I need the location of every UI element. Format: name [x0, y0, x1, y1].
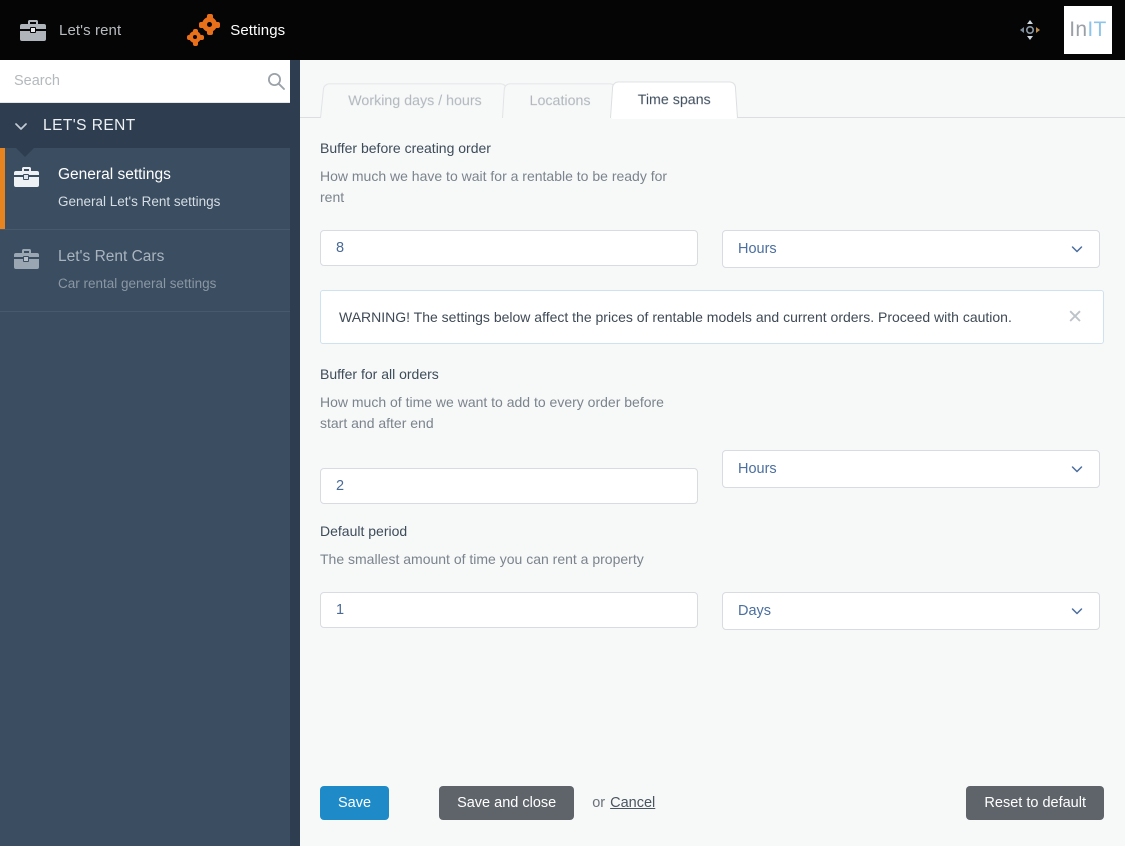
- topbar-item-lets-rent[interactable]: Let's rent: [0, 0, 139, 60]
- brand-logo-part-a: In: [1069, 18, 1088, 41]
- reset-to-default-button[interactable]: Reset to default: [966, 786, 1104, 820]
- tab-time-spans-label: Time spans: [637, 92, 711, 108]
- brand-logo-part-b: IT: [1087, 18, 1107, 41]
- sidebar-item-lets-rent-cars[interactable]: Let's Rent Cars Car rental general setti…: [0, 230, 300, 312]
- chevron-down-icon: [1071, 608, 1083, 615]
- tab-locations[interactable]: Locations: [501, 83, 619, 118]
- sidebar-item-lets-rent-cars-label: Let's Rent Cars: [58, 248, 165, 265]
- chevron-down-icon: [1071, 246, 1083, 253]
- main-inner: Working days / hours Locations Time span…: [300, 60, 1125, 846]
- tab-locations-label: Locations: [529, 93, 591, 109]
- field-desc-buffer-before-creating-order: How much we have to wait for a rentable …: [320, 168, 668, 205]
- save-and-close-button[interactable]: Save and close: [439, 786, 575, 820]
- save-button[interactable]: Save: [320, 786, 390, 820]
- tab-working-days-hours[interactable]: Working days / hours: [320, 83, 510, 118]
- field-row-buffer-for-all-orders: Hours: [320, 450, 1100, 504]
- tab-strip: Working days / hours Locations Time span…: [300, 60, 1125, 118]
- sidebar-item-general-settings[interactable]: General settings General Let's Rent sett…: [0, 148, 300, 230]
- warning-banner-text: WARNING! The settings below affect the p…: [339, 309, 1012, 325]
- select-unit-buffer-for-all-orders[interactable]: Hours: [722, 450, 1100, 488]
- select-unit-buffer-before-creating-order[interactable]: Hours: [722, 230, 1100, 268]
- field-label-default-period: Default period: [320, 523, 408, 539]
- field-label-buffer-for-all-orders: Buffer for all orders: [320, 366, 439, 382]
- chevron-down-icon: [1071, 466, 1083, 473]
- form-footer: Save Save and close or Cancel Reset to d…: [320, 786, 1104, 820]
- topbar-item-settings-label: Settings: [230, 21, 286, 39]
- sidebar-item-general-settings-subtitle: General Let's Rent settings: [58, 194, 221, 209]
- select-unit-default-period[interactable]: Days: [722, 592, 1100, 630]
- sidebar: LET'S RENT General settings General Let'…: [0, 60, 300, 846]
- input-buffer-before-creating-order[interactable]: [320, 230, 698, 266]
- search-input[interactable]: [14, 73, 266, 89]
- tab-content-time-spans: Buffer before creating order How much we…: [300, 118, 1120, 630]
- briefcase-icon: [14, 249, 39, 269]
- input-buffer-for-all-orders-field[interactable]: [336, 478, 682, 494]
- input-buffer-for-all-orders[interactable]: [320, 468, 698, 504]
- input-default-period-field[interactable]: [336, 602, 682, 618]
- briefcase-icon: [14, 167, 39, 187]
- tab-time-spans[interactable]: Time spans: [610, 81, 739, 118]
- field-group-buffer-for-all-orders: Buffer for all orders How much of time w…: [320, 366, 1100, 504]
- cancel-link[interactable]: Cancel: [610, 795, 655, 811]
- close-icon[interactable]: ✕: [1065, 308, 1085, 327]
- select-unit-default-period-value: Days: [738, 603, 772, 619]
- chevron-down-icon: [15, 122, 27, 130]
- field-row-buffer-before-creating-order: Hours: [320, 230, 1100, 268]
- move-arrows-icon[interactable]: [1018, 18, 1042, 42]
- search-icon[interactable]: [266, 71, 286, 91]
- topbar-item-lets-rent-label: Let's rent: [59, 21, 122, 39]
- active-notch: [16, 148, 34, 157]
- briefcase-icon: [20, 19, 46, 41]
- input-default-period[interactable]: [320, 592, 698, 628]
- sidebar-section-lets-rent[interactable]: LET'S RENT: [0, 103, 300, 148]
- gears-icon: [186, 14, 221, 46]
- sidebar-item-texts: General settings General Let's Rent sett…: [58, 165, 220, 210]
- sidebar-item-lets-rent-cars-subtitle: Car rental general settings: [58, 276, 217, 291]
- field-group-default-period: Default period The smallest amount of ti…: [320, 523, 1100, 630]
- input-buffer-before-creating-order-field[interactable]: [336, 240, 682, 256]
- top-bar: Let's rent Settings In IT: [0, 0, 1125, 60]
- field-label-buffer-before-creating-order: Buffer before creating order: [320, 140, 491, 156]
- or-label: or: [592, 795, 606, 811]
- sidebar-section-label: LET'S RENT: [43, 116, 136, 134]
- sidebar-item-general-settings-label: General settings: [58, 166, 171, 183]
- main-panel: Working days / hours Locations Time span…: [300, 60, 1125, 846]
- topbar-item-settings[interactable]: Settings: [171, 0, 303, 60]
- active-accent-bar: [0, 148, 5, 229]
- field-row-default-period: Days: [320, 592, 1100, 630]
- sidebar-item-icon-wrap: [14, 247, 44, 292]
- select-unit-buffer-before-creating-order-value: Hours: [738, 241, 777, 257]
- sidebar-edge: [290, 60, 300, 846]
- sidebar-item-texts: Let's Rent Cars Car rental general setti…: [58, 247, 216, 292]
- warning-banner: WARNING! The settings below affect the p…: [320, 290, 1104, 344]
- field-desc-default-period: The smallest amount of time you can rent…: [320, 551, 644, 567]
- field-desc-buffer-for-all-orders: How much of time we want to add to every…: [320, 394, 664, 431]
- tab-working-days-hours-label: Working days / hours: [348, 93, 482, 109]
- select-unit-buffer-for-all-orders-value: Hours: [738, 461, 777, 477]
- search-row[interactable]: [0, 60, 300, 103]
- brand-logo: In IT: [1064, 6, 1112, 54]
- sidebar-item-icon-wrap: [14, 165, 44, 210]
- field-group-buffer-before-creating-order: Buffer before creating order How much we…: [320, 140, 1100, 268]
